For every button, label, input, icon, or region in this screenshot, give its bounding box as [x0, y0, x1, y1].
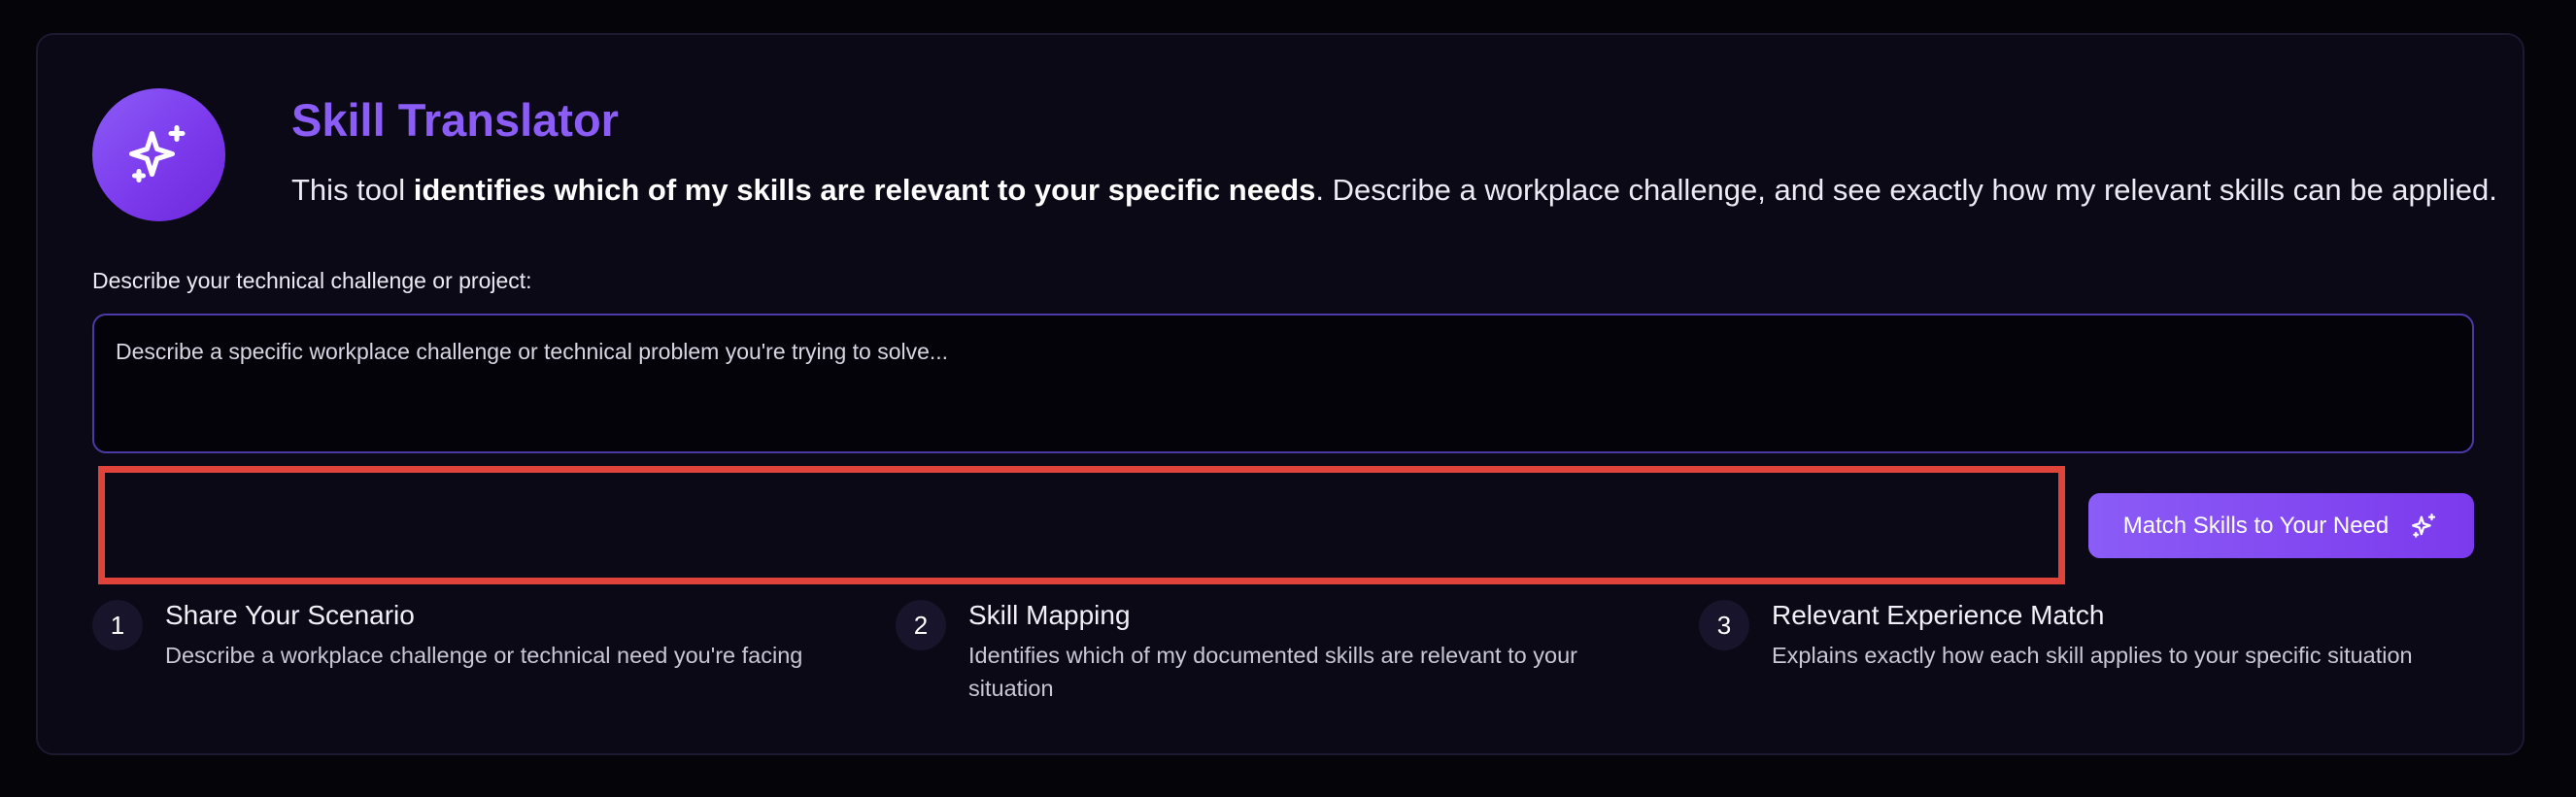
challenge-textarea[interactable]: Describe a specific workplace challenge …	[92, 314, 2474, 453]
step-description: Describe a workplace challenge or techni…	[165, 643, 803, 668]
match-skills-button[interactable]: Match Skills to Your Need	[2088, 493, 2474, 558]
skill-translator-card: Skill Translator This tool identifies wh…	[36, 33, 2525, 755]
step-number-badge: 2	[896, 600, 946, 650]
match-skills-button-label: Match Skills to Your Need	[2122, 512, 2390, 539]
description-emphasis: identifies which of my skills are releva…	[413, 173, 1316, 207]
sparkles-icon	[2412, 513, 2436, 538]
description-prefix: This tool	[291, 173, 414, 207]
highlight-annotation-box	[98, 466, 2065, 584]
challenge-field-label: Describe your technical challenge or pro…	[92, 268, 532, 293]
step-title: Skill Mapping	[968, 600, 1131, 630]
description-suffix: . Describe a workplace challenge, and se…	[1315, 173, 2497, 207]
step-title: Relevant Experience Match	[1772, 600, 2105, 630]
page-title: Skill Translator	[291, 94, 619, 146]
page-description: This tool identifies which of my skills …	[291, 171, 2497, 210]
step-number-badge: 3	[1699, 600, 1749, 650]
sparkles-icon	[128, 124, 186, 183]
step-number-badge: 1	[92, 600, 143, 650]
logo-badge	[92, 88, 225, 221]
step-description: Identifies which of my documented skills…	[968, 643, 1577, 701]
step-description: Explains exactly how each skill applies …	[1772, 643, 2413, 668]
step-title: Share Your Scenario	[165, 600, 415, 630]
